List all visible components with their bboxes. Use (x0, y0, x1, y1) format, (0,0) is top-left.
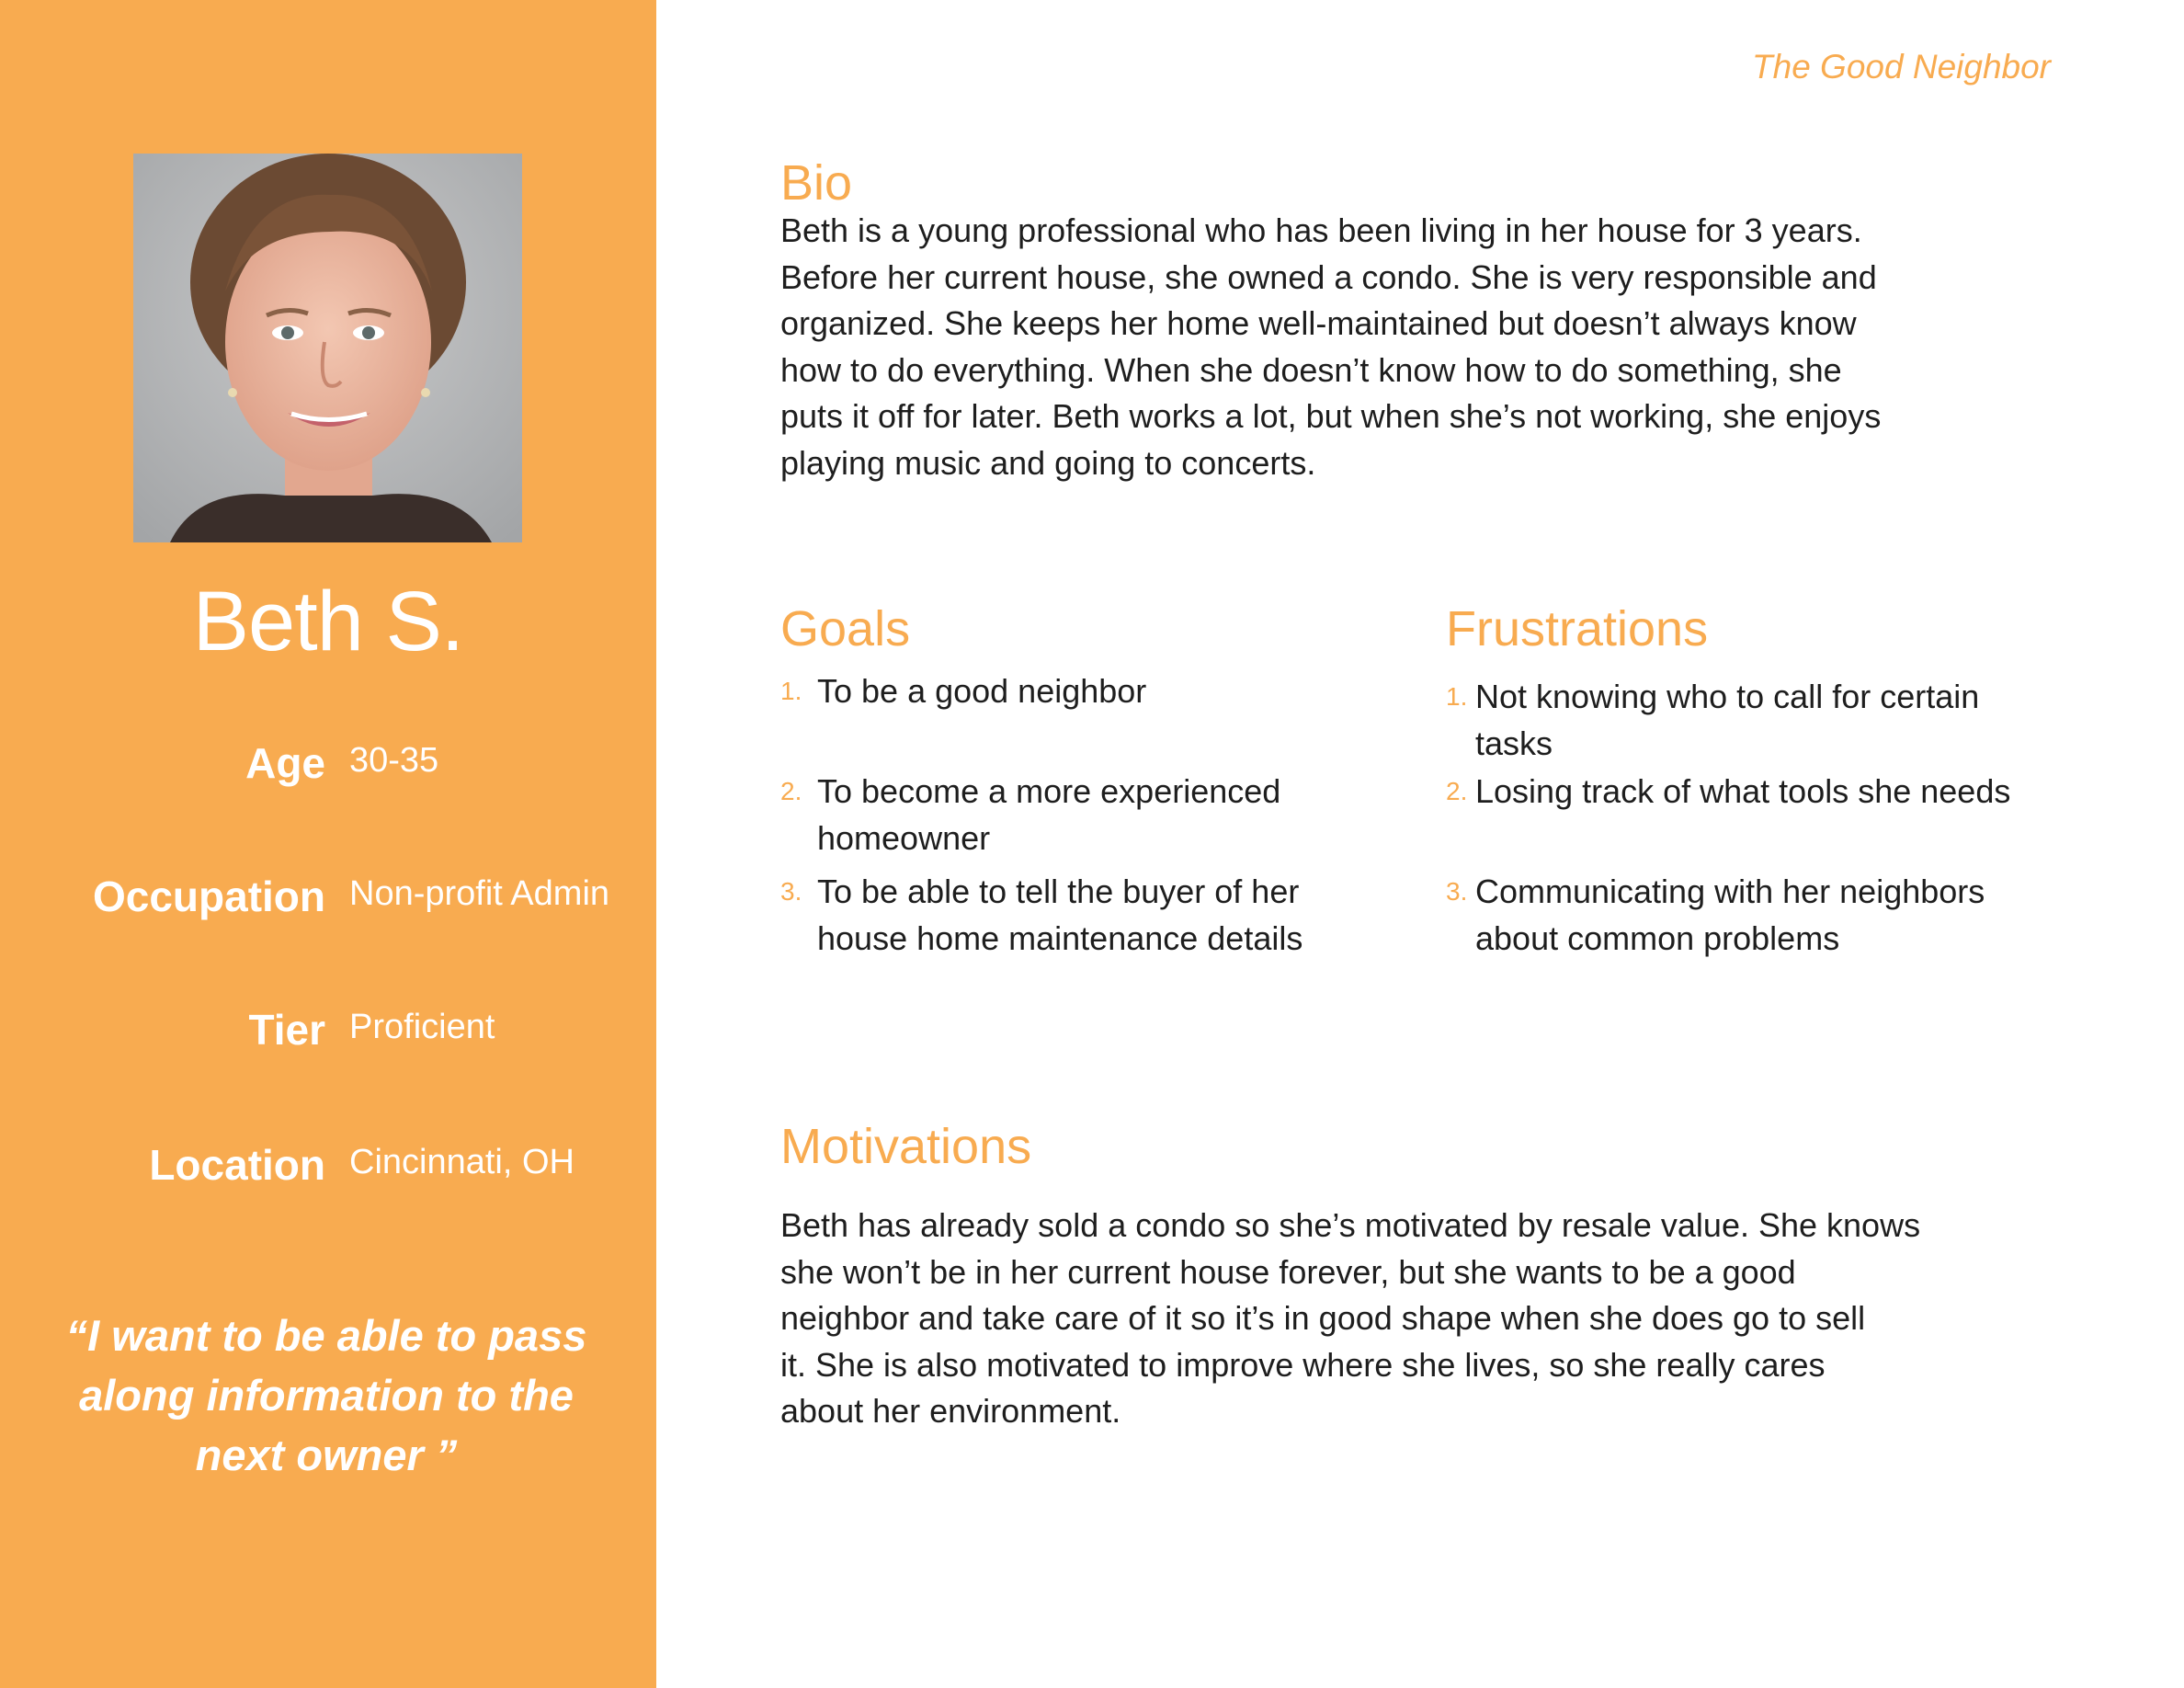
bio-line: puts it off for later. Beth works a lot,… (780, 397, 1882, 435)
bio-line: playing music and going to concerts. (780, 443, 1316, 482)
attribute-value: 30-35 (349, 741, 439, 780)
attribute-row-location: Location Cincinnati, OH (0, 1133, 656, 1197)
persona-quote: “I want to be able to pass along informa… (65, 1311, 587, 1479)
list-number: 3. (1446, 877, 1468, 906)
frustration-text: Communicating with her neighbors (1475, 873, 1985, 910)
motivations-line: about her environment. (780, 1392, 1121, 1430)
goal-text: To become a more experienced (817, 772, 1281, 810)
motivations-line: she won’t be in her current house foreve… (780, 1252, 1796, 1291)
attribute-label: Tier (248, 1006, 325, 1054)
list-number: 2. (1446, 777, 1468, 805)
persona-name: Beth S. (192, 575, 465, 668)
portrait-photo (133, 154, 522, 542)
portrait-image (133, 154, 522, 542)
list-number: 1. (780, 677, 802, 705)
list-number: 3. (780, 877, 802, 906)
motivations-line: neighbor and take care of it so it’s in … (780, 1299, 1866, 1337)
frustration-text: about common problems (1475, 918, 1840, 957)
attribute-value: Proficient (349, 1008, 495, 1046)
attribute-label: Location (149, 1141, 325, 1189)
frustrations-heading: Frustrations (1446, 601, 1709, 656)
attribute-row-tier: Tier Proficient (0, 998, 656, 1062)
frustration-text: Losing track of what tools she needs (1475, 772, 2011, 810)
attribute-label: Occupation (92, 873, 325, 920)
bio-line: Beth is a young professional who has bee… (780, 211, 1862, 249)
bio-text: Beth is a young professional who has bee… (780, 208, 1975, 486)
bio-line: organized. She keeps her home well-maint… (780, 304, 1857, 342)
goal-text: To be a good neighbor (817, 672, 1147, 710)
motivations-line: it. She is also motivated to improve whe… (780, 1345, 1826, 1384)
persona-type-label: The Good Neighbor (1752, 48, 2051, 86)
bio-heading: Bio (780, 155, 853, 211)
bio-line: how to do everything. When she doesn’t k… (780, 350, 1842, 389)
attribute-value: Non-profit Admin (349, 874, 610, 913)
motivations-text: Beth has already sold a condo so she’s m… (780, 1203, 1975, 1435)
attribute-label: Age (245, 739, 325, 787)
persona-sidebar: Beth S. Age 30-35 Occupation Non-profit … (0, 0, 656, 1688)
attribute-row-occupation: Occupation Non-profit Admin (0, 864, 656, 929)
frustration-text: Not knowing who to call for certain (1475, 678, 1980, 715)
list-number: 1. (1446, 682, 1468, 711)
goal-text: house home maintenance details (817, 918, 1303, 957)
goal-text: To be able to tell the buyer of her (817, 873, 1300, 910)
bio-line: Before her current house, she owned a co… (780, 257, 1877, 296)
motivations-line: Beth has already sold a condo so she’s m… (780, 1206, 1921, 1244)
goals-heading: Goals (780, 601, 911, 656)
attribute-value: Cincinnati, OH (349, 1143, 574, 1181)
list-number: 2. (780, 777, 802, 805)
frustration-text: tasks (1475, 724, 1553, 762)
motivations-heading: Motivations (780, 1119, 1032, 1174)
goal-text: homeowner (817, 818, 991, 857)
attribute-row-age: Age 30-35 (0, 731, 656, 795)
